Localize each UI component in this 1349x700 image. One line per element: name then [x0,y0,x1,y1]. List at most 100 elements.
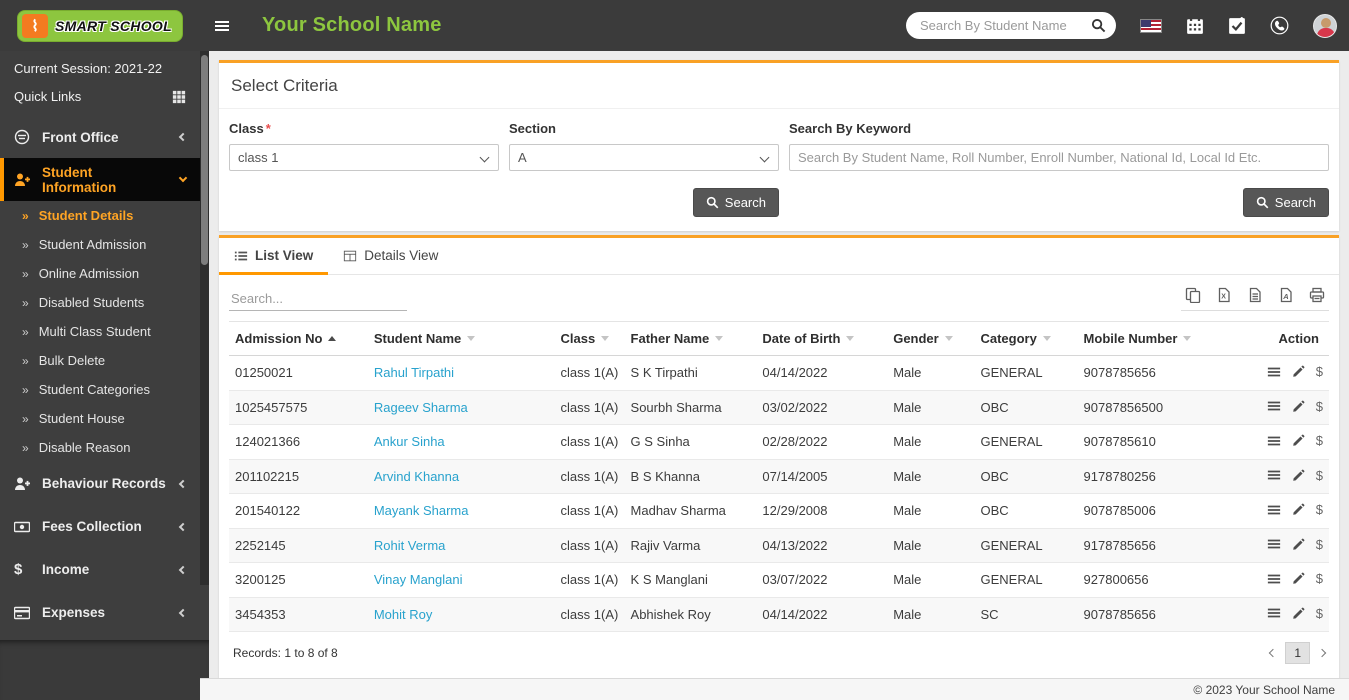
sidebar-item-fees-collection[interactable]: Fees Collection [0,505,200,548]
dob-cell: 03/07/2022 [756,563,887,598]
col-mobile-number[interactable]: Mobile Number [1078,322,1261,356]
profile-list-icon[interactable] [1267,537,1281,551]
sidebar-item-income[interactable]: $ Income [0,548,200,591]
sidebar-item-student-categories[interactable]: »Student Categories [0,375,200,404]
export-copy-icon[interactable] [1185,287,1201,303]
sidebar-scrollbar-thumb[interactable] [201,55,208,265]
col-father-name[interactable]: Father Name [625,322,757,356]
edit-pencil-icon[interactable] [1292,538,1305,551]
father-name-cell: K S Manglani [625,563,757,598]
search-icon[interactable] [1091,18,1106,33]
keyword-input[interactable] [789,144,1329,171]
mobile-cell: 9178785656 [1078,528,1261,563]
keyword-search-button[interactable]: Search [1243,188,1329,217]
fees-dollar-icon[interactable]: $ [1316,364,1323,379]
edit-pencil-icon[interactable] [1292,503,1305,516]
profile-list-icon[interactable] [1267,434,1281,448]
edit-pencil-icon[interactable] [1292,469,1305,482]
admission-no-cell: 1025457575 [229,390,368,425]
col-date-of-birth[interactable]: Date of Birth [756,322,887,356]
profile-list-icon[interactable] [1267,468,1281,482]
profile-list-icon[interactable] [1267,503,1281,517]
tab-list-view[interactable]: List View [219,238,328,275]
copyright-text: © 2023 Your School Name [1193,683,1335,697]
sidebar-item-online-admission[interactable]: »Online Admission [0,259,200,288]
fees-dollar-icon[interactable]: $ [1316,468,1323,483]
sidebar-item-expenses[interactable]: Expenses [0,591,200,634]
export-csv-icon[interactable] [1247,287,1263,303]
user-avatar[interactable] [1313,14,1337,38]
export-toolbar [1181,287,1329,311]
col-student-name[interactable]: Student Name [368,322,555,356]
dob-cell: 04/14/2022 [756,597,887,632]
student-name-link[interactable]: Ankur Sinha [374,434,445,449]
sidebar-item-disable-reason[interactable]: »Disable Reason [0,433,200,462]
export-pdf-icon[interactable] [1278,287,1294,303]
sidebar-item-disabled-students[interactable]: »Disabled Students [0,288,200,317]
sort-asc-icon [328,336,336,341]
export-excel-icon[interactable] [1216,287,1232,303]
sidebar-item-multi-class-student[interactable]: »Multi Class Student [0,317,200,346]
pagination-next-icon[interactable] [1318,649,1326,657]
class-select[interactable]: class 1 [229,144,499,171]
sidebar-item-student-house[interactable]: »Student House [0,404,200,433]
sidebar-item-student-admission[interactable]: »Student Admission [0,230,200,259]
whatsapp-icon[interactable] [1270,16,1289,35]
edit-pencil-icon[interactable] [1292,434,1305,447]
quick-links[interactable]: Quick Links [0,80,200,116]
fees-dollar-icon[interactable]: $ [1316,537,1323,552]
export-print-icon[interactable] [1309,287,1325,303]
edit-pencil-icon[interactable] [1292,400,1305,413]
submenu-arrow-icon: » [22,267,29,281]
student-row: 124021366Ankur Sinhaclass 1(A)G S Sinha0… [229,425,1329,460]
sidebar-item-front-office[interactable]: Front Office [0,116,200,158]
sidebar-item-student-details[interactable]: »Student Details [0,201,200,230]
hamburger-menu-icon[interactable] [212,18,234,34]
fees-dollar-icon[interactable]: $ [1316,571,1323,586]
category-cell: GENERAL [974,528,1077,563]
class-search-button[interactable]: Search [693,188,779,217]
header-search-input[interactable] [920,18,1091,33]
fees-dollar-icon[interactable]: $ [1316,606,1323,621]
section-select[interactable]: A [509,144,779,171]
col-class[interactable]: Class [555,322,625,356]
edit-pencil-icon[interactable] [1292,607,1305,620]
student-name-link[interactable]: Rageev Sharma [374,400,468,415]
grid-icon[interactable] [172,90,186,104]
gender-cell: Male [887,494,974,529]
student-name-link[interactable]: Rahul Tirpathi [374,365,454,380]
calendar-icon[interactable] [1186,17,1204,35]
col-category[interactable]: Category [974,322,1077,356]
student-name-link[interactable]: Mayank Sharma [374,503,469,518]
edit-pencil-icon[interactable] [1292,572,1305,585]
tasks-icon[interactable] [1228,17,1246,35]
sidebar-item-behaviour-records[interactable]: Behaviour Records [0,462,200,505]
mobile-cell: 9078785656 [1078,597,1261,632]
fees-dollar-icon[interactable]: $ [1316,399,1323,414]
sidebar-item-student-information[interactable]: Student Information [0,158,200,201]
language-flag-icon[interactable] [1140,19,1162,33]
student-name-link[interactable]: Arvind Khanna [374,469,459,484]
sort-icon [846,336,854,341]
col-gender[interactable]: Gender [887,322,974,356]
student-name-link[interactable]: Mohit Roy [374,607,433,622]
table-search-input[interactable] [229,287,407,311]
fees-dollar-icon[interactable]: $ [1316,502,1323,517]
col-admission-no[interactable]: Admission No [229,322,368,356]
profile-list-icon[interactable] [1267,365,1281,379]
student-name-link[interactable]: Rohit Verma [374,538,446,553]
edit-pencil-icon[interactable] [1292,365,1305,378]
pagination-page-1[interactable]: 1 [1285,642,1310,664]
pagination-prev-icon[interactable] [1269,649,1277,657]
fees-dollar-icon[interactable]: $ [1316,433,1323,448]
profile-list-icon[interactable] [1267,572,1281,586]
student-name-link[interactable]: Vinay Manglani [374,572,463,587]
profile-list-icon[interactable] [1267,606,1281,620]
sidebar-item-bulk-delete[interactable]: »Bulk Delete [0,346,200,375]
chevron-left-icon [179,565,187,573]
app-logo[interactable]: ⌇ SMART SCHOOL [0,0,200,51]
submenu-arrow-icon: » [22,325,29,339]
search-icon [706,196,719,209]
tab-details-view[interactable]: Details View [328,238,453,275]
profile-list-icon[interactable] [1267,399,1281,413]
